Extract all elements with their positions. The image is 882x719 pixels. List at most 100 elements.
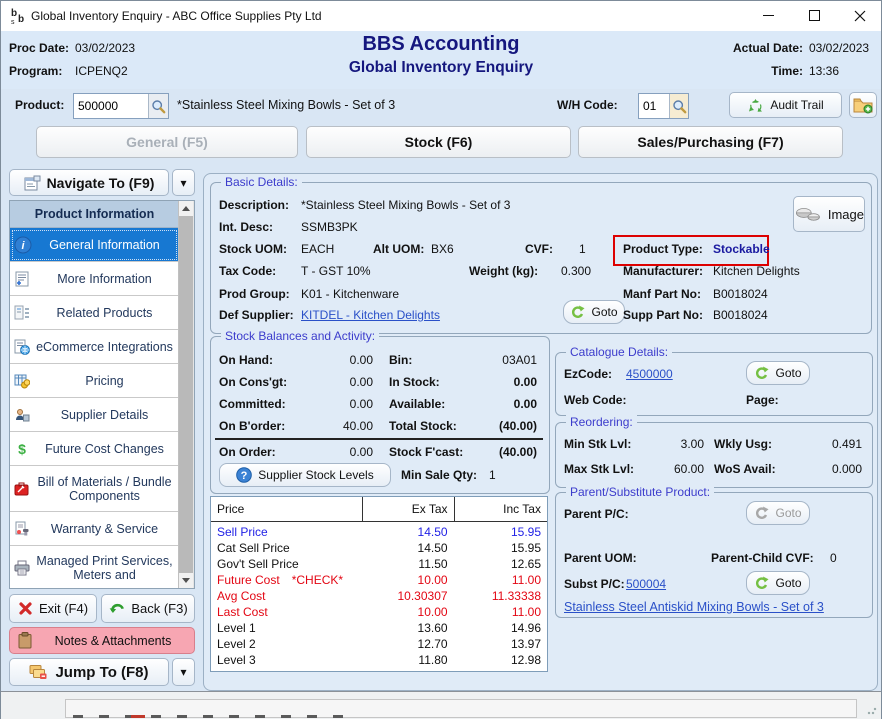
background-window-sliver-red: [131, 715, 145, 718]
product-label: Product:: [15, 98, 64, 112]
sidebar-item-related-products[interactable]: Related Products: [10, 296, 179, 330]
goto-catalogue-button[interactable]: Goto: [746, 361, 810, 385]
stock-forecast-value: (40.00): [451, 445, 537, 459]
total-stock-label: Total Stock:: [389, 419, 457, 433]
sidebar-item-pricing[interactable]: Pricing: [10, 364, 179, 398]
chevron-down-icon: ▾: [180, 176, 186, 190]
price-row-future-cost[interactable]: Future Cost*CHECK* 10.0011.00: [211, 572, 547, 588]
nav-list-scrollbar[interactable]: [178, 201, 194, 588]
notes-attachments-button[interactable]: Notes & Attachments: [9, 627, 195, 654]
scroll-up-button[interactable]: [179, 201, 193, 216]
exit-button[interactable]: Exit (F4): [9, 594, 97, 623]
def-supplier-link[interactable]: KITDEL - Kitchen Delights: [301, 308, 440, 322]
goto-icon: [754, 576, 769, 590]
maximize-button[interactable]: [791, 1, 837, 30]
parent-pc-label: Parent P/C:: [564, 507, 629, 521]
navigate-icon: [24, 175, 41, 191]
committed-label: Committed:: [219, 397, 286, 411]
image-button[interactable]: Image: [793, 196, 865, 232]
related-products-icon: [14, 305, 30, 321]
scrollbar-thumb[interactable]: [179, 216, 193, 573]
navigate-dropdown-button[interactable]: ▾: [172, 169, 195, 196]
wh-code-input-field[interactable]: [639, 99, 669, 113]
weight-value: 0.300: [561, 264, 591, 278]
price-row-sell[interactable]: Sell Price14.5015.95: [211, 524, 547, 540]
scroll-up-icon: [182, 206, 190, 211]
sidebar-item-label: Warranty & Service: [51, 522, 158, 536]
goto-supplier-button[interactable]: Goto: [563, 300, 625, 324]
on-backorder-value: 40.00: [291, 419, 373, 433]
tab-general[interactable]: General (F5): [36, 126, 298, 158]
resize-grip[interactable]: [867, 705, 877, 715]
ezcode-label: EzCode:: [564, 367, 612, 381]
sidebar-item-warranty-service[interactable]: Warranty & Service: [10, 512, 179, 546]
price-row-avg-cost[interactable]: Avg Cost10.3030711.33338: [211, 588, 547, 604]
tab-sales-purchasing[interactable]: Sales/Purchasing (F7): [578, 126, 843, 158]
product-type-label: Product Type:: [623, 242, 703, 256]
supplier-stock-levels-button[interactable]: ? Supplier Stock Levels: [219, 463, 391, 487]
more-info-icon: [14, 271, 30, 287]
navigate-to-button[interactable]: Navigate To (F9): [9, 169, 169, 196]
product-input-field[interactable]: [74, 99, 148, 113]
goto-substitute-button[interactable]: Goto: [746, 571, 810, 595]
svg-text:s: s: [11, 19, 15, 26]
product-input[interactable]: [73, 93, 169, 119]
manf-part-label: Manf Part No:: [623, 287, 701, 301]
scroll-down-button[interactable]: [179, 573, 193, 588]
int-desc-value: SSMB3PK: [301, 220, 358, 234]
ecommerce-icon: [14, 339, 30, 355]
jump-dropdown-button[interactable]: ▾: [172, 658, 195, 686]
alt-uom-value: BX6: [431, 242, 454, 256]
jump-to-button[interactable]: Jump To (F8): [9, 658, 169, 686]
sidebar-item-more-information[interactable]: More Information: [10, 262, 179, 296]
back-button[interactable]: Back (F3): [101, 594, 195, 623]
product-search-button[interactable]: [148, 94, 168, 118]
substitute-product-link[interactable]: Stainless Steel Antiskid Mixing Bowls - …: [564, 600, 824, 614]
minimize-button[interactable]: [745, 1, 791, 30]
recycle-icon: [747, 98, 764, 113]
notes-attachments-label: Notes & Attachments: [32, 634, 194, 648]
goto-parent-button-disabled[interactable]: Goto: [746, 501, 810, 525]
audit-trail-button[interactable]: Audit Trail: [729, 92, 842, 118]
tab-stock[interactable]: Stock (F6): [306, 126, 571, 158]
sidebar-item-general-information[interactable]: i General Information: [10, 228, 179, 262]
wh-search-button[interactable]: [669, 94, 688, 118]
titlebar: b b s Global Inventory Enquiry - ABC Off…: [1, 1, 881, 32]
jump-to-label: Jump To (F8): [55, 664, 148, 681]
sidebar-item-managed-print-services[interactable]: Managed Print Services, Meters and: [10, 546, 179, 589]
sidebar-item-bill-of-materials[interactable]: Bill of Materials / Bundle Components: [10, 466, 179, 512]
tab-row: General (F5) Stock (F6) Sales/Purchasing…: [1, 123, 881, 163]
price-row-level2[interactable]: Level 212.7013.97: [211, 636, 547, 652]
catalogue-details-title: Catalogue Details:: [566, 345, 672, 359]
price-row-last-cost[interactable]: Last Cost10.0011.00: [211, 604, 547, 620]
subst-pc-label: Subst P/C:: [564, 577, 625, 591]
wh-code-input[interactable]: [638, 93, 689, 119]
header-band: Proc Date: 03/02/2023 Program: ICPENQ2 B…: [1, 31, 881, 89]
sidebar-item-label: Managed Print Services, Meters and: [34, 554, 175, 582]
price-row-level1[interactable]: Level 113.6014.96: [211, 620, 547, 636]
goto-label: Goto: [775, 366, 801, 380]
supplier-icon: [14, 407, 30, 423]
close-button[interactable]: [837, 1, 882, 30]
cvf-value: 1: [579, 242, 586, 256]
basic-details-title: Basic Details:: [221, 175, 302, 189]
sidebar-item-label: eCommerce Integrations: [36, 340, 173, 354]
nav-section-header: Product Information: [10, 201, 179, 228]
ezcode-link[interactable]: 4500000: [626, 367, 673, 381]
sidebar-item-label: Related Products: [57, 306, 153, 320]
def-supplier-label: Def Supplier:: [219, 308, 294, 322]
price-row-level3[interactable]: Level 311.8012.98: [211, 652, 547, 668]
wos-avail-value: 0.000: [796, 462, 862, 476]
sidebar-item-ecommerce-integrations[interactable]: eCommerce Integrations: [10, 330, 179, 364]
price-row-cat-sell[interactable]: Cat Sell Price14.5015.95: [211, 540, 547, 556]
page-label: Page:: [746, 393, 779, 407]
price-table-header: Price Ex Tax Inc Tax: [211, 497, 547, 522]
add-attachment-button[interactable]: [849, 92, 877, 118]
supp-part-value: B0018024: [713, 308, 768, 322]
goto-label: Goto: [591, 305, 617, 319]
sidebar-item-supplier-details[interactable]: Supplier Details: [10, 398, 179, 432]
subst-pc-link[interactable]: 500004: [626, 577, 696, 591]
price-row-govt-sell[interactable]: Gov't Sell Price11.5012.65: [211, 556, 547, 572]
nav-section-header-label: Product Information: [35, 207, 154, 221]
sidebar-item-future-cost-changes[interactable]: $ Future Cost Changes: [10, 432, 179, 466]
